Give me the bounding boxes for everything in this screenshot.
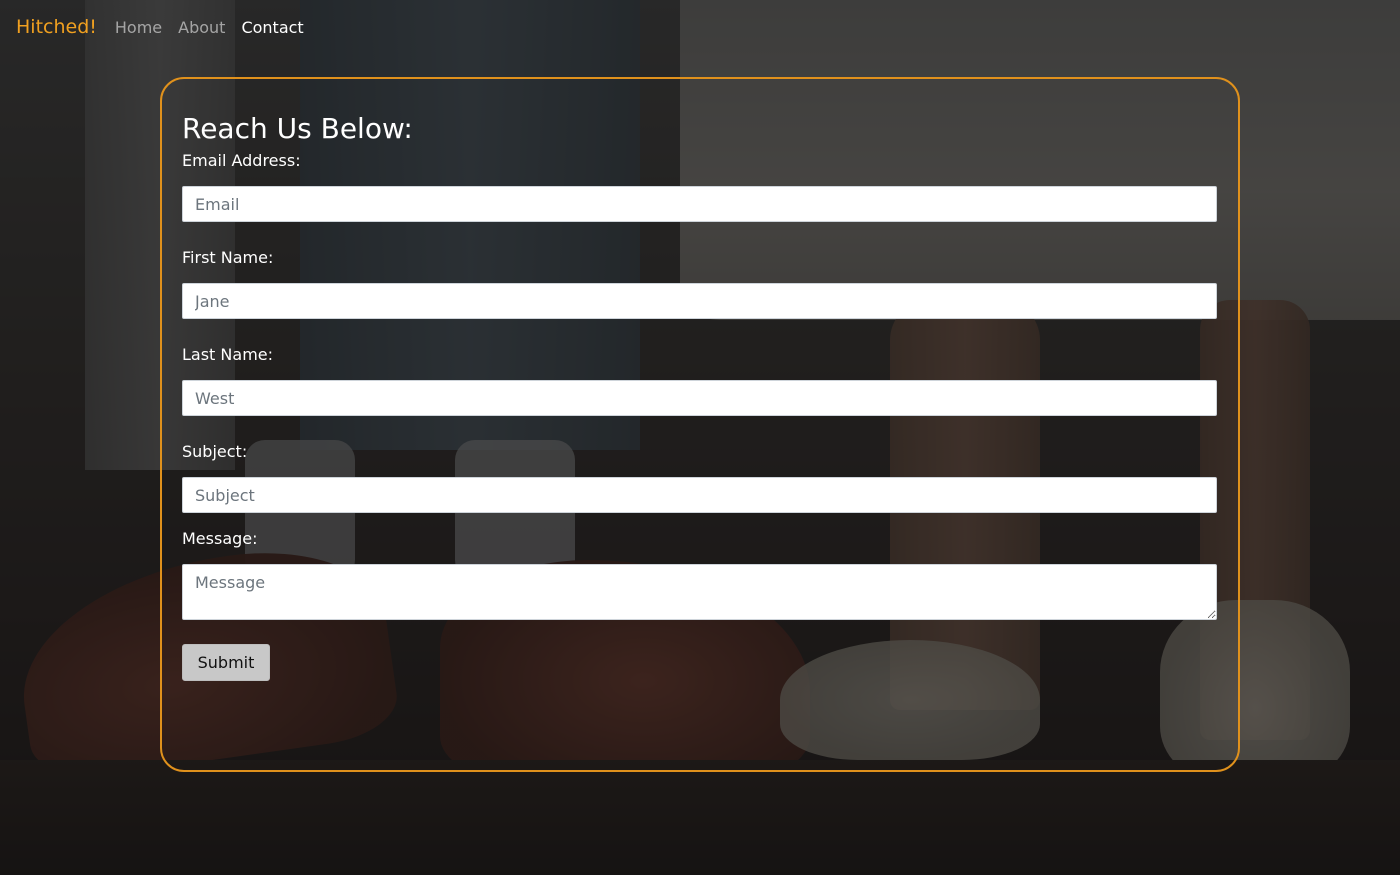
- message-label: Message:: [182, 529, 258, 548]
- last-name-field[interactable]: [182, 380, 1217, 416]
- navbar: Hitched! Home About Contact: [0, 0, 1400, 54]
- last-name-label: Last Name:: [182, 345, 274, 364]
- form-title: Reach Us Below:: [182, 112, 413, 145]
- nav-link-home[interactable]: Home: [115, 18, 162, 37]
- contact-form-card: Reach Us Below: Email Address: First Nam…: [160, 77, 1240, 772]
- subject-field[interactable]: [182, 477, 1217, 513]
- first-name-field[interactable]: [182, 283, 1217, 319]
- nav-link-contact[interactable]: Contact: [241, 18, 303, 37]
- nav-link-about[interactable]: About: [178, 18, 225, 37]
- subject-label: Subject:: [182, 442, 248, 461]
- submit-button[interactable]: Submit: [182, 644, 270, 681]
- email-label: Email Address:: [182, 151, 301, 170]
- message-field[interactable]: [182, 564, 1217, 620]
- first-name-label: First Name:: [182, 248, 274, 267]
- email-field[interactable]: [182, 186, 1217, 222]
- brand-link[interactable]: Hitched!: [16, 16, 97, 38]
